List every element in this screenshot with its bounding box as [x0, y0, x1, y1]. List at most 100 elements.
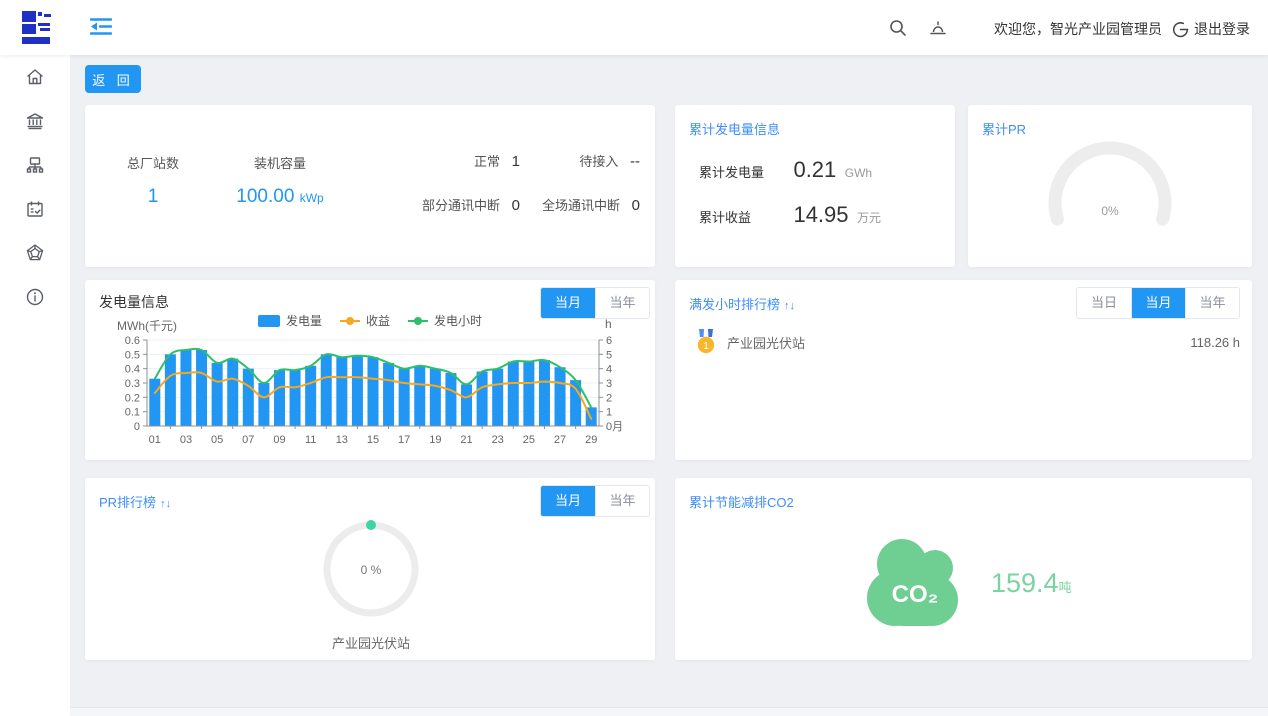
svg-text:0: 0	[134, 421, 140, 433]
svg-text:6: 6	[606, 335, 612, 347]
full-hours-rank-title: 满发小时排行榜↑↓	[689, 294, 795, 313]
svg-text:5: 5	[606, 349, 612, 361]
rank-list-item[interactable]: 1 产业园光伏站 118.26 h	[695, 326, 1240, 358]
full-hours-rank-tabs: 当日 当月 当年	[1076, 287, 1240, 319]
legend-hours-swatch	[408, 320, 428, 322]
svg-text:09: 09	[273, 434, 285, 446]
tab-current-month[interactable]: 当月	[1131, 288, 1185, 318]
capacity-label: 装机容量	[210, 153, 350, 172]
svg-text:21: 21	[460, 434, 472, 446]
generation-chart-card: 发电量信息 当月 当年 MWh(千元) h 发电量 收益 发电小时 00.10.…	[85, 280, 655, 460]
svg-text:0.1: 0.1	[125, 407, 140, 419]
capacity-value: 100.00	[236, 186, 294, 207]
calendar-check-icon	[25, 199, 45, 219]
cumulative-pr-title: 累计PR	[982, 119, 1026, 138]
svg-text:01: 01	[149, 434, 161, 446]
svg-text:1: 1	[606, 407, 612, 419]
sidebar-item-info[interactable]	[0, 275, 70, 319]
cumulative-generation-title: 累计发电量信息	[689, 119, 780, 138]
pr-gauge: 0%	[1030, 123, 1190, 248]
svg-text:17: 17	[398, 434, 410, 446]
sidebar-item-home[interactable]	[0, 55, 70, 99]
sort-icon[interactable]: ↑↓	[160, 498, 171, 510]
pr-rank-station: 产业园光伏站	[271, 633, 471, 652]
total-generation-unit: GWh	[845, 166, 872, 180]
full-hours-rank-card: 满发小时排行榜↑↓ 当日 当月 当年 1 产业园光伏站 118.26 h	[675, 280, 1252, 460]
logout-icon	[1172, 21, 1189, 38]
bank-icon	[25, 111, 45, 131]
back-button[interactable]: 返 回	[85, 65, 141, 93]
status-full-outage-label: 全场通讯中断	[542, 198, 620, 213]
svg-text:23: 23	[492, 434, 504, 446]
logout-button[interactable]: 退出登录	[1172, 19, 1250, 39]
total-generation-value: 0.21	[793, 157, 836, 182]
status-full-outage-value: 0	[632, 197, 640, 214]
svg-text:0.6: 0.6	[125, 335, 140, 347]
rank-station-value: 118.26 h	[1190, 335, 1240, 350]
search-icon[interactable]	[888, 18, 908, 38]
sidebar-item-devices[interactable]	[0, 143, 70, 187]
horizontal-scrollbar[interactable]	[70, 707, 1268, 716]
app-logo	[20, 9, 54, 47]
pr-rank-donut[interactable]: 0 %	[311, 510, 431, 628]
status-pending-value: --	[630, 153, 640, 170]
status-normal-label: 正常	[474, 154, 500, 169]
pr-rank-tabs: 当月 当年	[540, 485, 650, 517]
tab-current-year[interactable]: 当年	[1185, 288, 1239, 318]
svg-text:4: 4	[606, 364, 612, 376]
legend-hours-label: 发电小时	[434, 312, 482, 329]
pr-rank-card: PR排行榜↑↓ 当月 当年 0 % 产业园光伏站	[85, 478, 655, 660]
tab-current-month[interactable]: 当月	[541, 486, 595, 516]
capacity-unit: kWp	[300, 191, 324, 205]
tab-current-day[interactable]: 当日	[1077, 288, 1131, 318]
legend-hours[interactable]: 发电小时	[408, 312, 482, 329]
sidebar-item-plant[interactable]	[0, 99, 70, 143]
station-count-value: 1	[103, 186, 203, 208]
pentagon-badge-icon	[25, 243, 45, 263]
sidebar-item-rating[interactable]	[0, 231, 70, 275]
co2-cloud-icon: CO₂	[857, 526, 982, 636]
home-icon	[25, 67, 45, 87]
legend-generation-label: 发电量	[286, 312, 322, 329]
left-sidebar	[0, 55, 70, 716]
svg-text:05: 05	[211, 434, 223, 446]
legend-income-swatch	[340, 320, 360, 322]
svg-text:0.5: 0.5	[125, 349, 140, 361]
svg-text:3: 3	[606, 378, 612, 390]
status-pending-label: 待接入	[579, 154, 618, 169]
legend-income[interactable]: 收益	[340, 312, 390, 329]
pr-rank-title: PR排行榜↑↓	[99, 492, 171, 511]
co2-card: 累计节能减排CO2 CO₂ 159.4吨	[675, 478, 1252, 660]
welcome-text: 欢迎您，智光产业园管理员	[994, 19, 1162, 39]
alarm-bell-icon[interactable]	[928, 18, 948, 38]
total-income-value: 14.95	[793, 202, 848, 227]
svg-text:07: 07	[242, 434, 254, 446]
legend-generation-swatch	[258, 315, 280, 327]
sidebar-item-reports[interactable]	[0, 187, 70, 231]
sitemap-icon	[25, 155, 45, 175]
pr-gauge-value: 0%	[1101, 204, 1119, 218]
legend-generation[interactable]: 发电量	[258, 312, 322, 329]
sort-icon[interactable]: ↑↓	[784, 300, 795, 312]
svg-text:19: 19	[429, 434, 441, 446]
legend-income-label: 收益	[366, 312, 390, 329]
svg-text:0.3: 0.3	[125, 378, 140, 390]
generation-chart-title: 发电量信息	[99, 292, 169, 312]
logout-label: 退出登录	[1194, 19, 1250, 39]
chart-legend: 发电量 收益 发电小时	[85, 312, 655, 329]
svg-text:2: 2	[606, 392, 612, 404]
tab-current-year[interactable]: 当年	[595, 486, 649, 516]
generation-chart-canvas[interactable]: 00.10.20.30.40.50.60月1234560103050709111…	[93, 330, 645, 458]
total-income-label: 累计收益	[699, 207, 783, 226]
total-generation-label: 累计发电量	[699, 162, 783, 181]
menu-fold-icon[interactable]	[90, 17, 112, 37]
svg-text:0.2: 0.2	[125, 392, 140, 404]
station-count-label: 总厂站数	[103, 153, 203, 172]
svg-text:15: 15	[367, 434, 379, 446]
info-circle-icon	[25, 287, 45, 307]
svg-text:0.4: 0.4	[125, 364, 140, 376]
svg-text:1: 1	[703, 341, 709, 352]
svg-text:25: 25	[523, 434, 535, 446]
total-income-unit: 万元	[857, 211, 881, 225]
svg-text:29: 29	[585, 434, 597, 446]
